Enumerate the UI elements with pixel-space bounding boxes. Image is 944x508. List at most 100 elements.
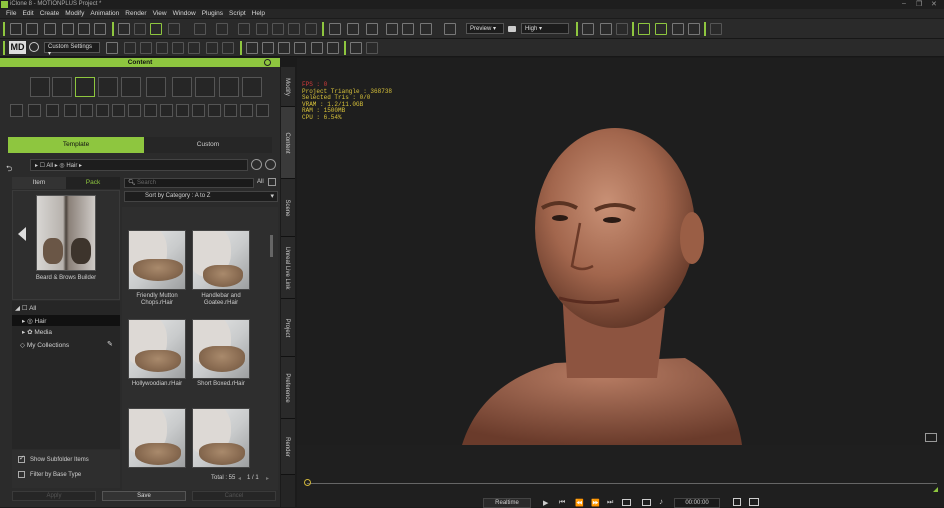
chat-icon[interactable] (925, 433, 937, 442)
tab-template[interactable]: Template (8, 137, 144, 153)
menu-modify[interactable]: Modify (65, 10, 84, 17)
curve-editor-icon[interactable] (688, 23, 700, 35)
sub-category-icon[interactable] (46, 104, 59, 117)
camera-view-icon[interactable] (329, 23, 341, 35)
settings-icon[interactable] (733, 498, 741, 506)
new-file-icon[interactable] (10, 23, 22, 35)
character-icon[interactable] (246, 42, 258, 54)
item-thumbnail-friendly-mutton-chops[interactable] (128, 230, 186, 290)
category-scene-icon[interactable] (30, 77, 50, 97)
category-props-icon[interactable] (121, 77, 141, 97)
sub-category-icon[interactable] (28, 104, 41, 117)
pack-thumbnail[interactable] (36, 195, 96, 271)
search-input[interactable]: 🔍︎ Search (124, 178, 254, 188)
tree-node-hair[interactable]: ▸ ◎ Hair (12, 315, 120, 326)
tab-item[interactable]: Item (12, 177, 66, 189)
category-light-icon[interactable] (195, 77, 215, 97)
sort-dropdown[interactable]: Sort by Category : A to Z ▾ (124, 191, 278, 202)
open-file-icon[interactable] (26, 23, 38, 35)
item-thumbnail-handlebar-goatee[interactable] (192, 230, 250, 290)
breadcrumb-all[interactable]: All (46, 163, 53, 169)
save-button[interactable]: Save (102, 491, 186, 501)
play-icon[interactable]: ▶ (543, 499, 548, 507)
menu-view[interactable]: View (153, 10, 167, 17)
import-icon[interactable] (62, 23, 74, 35)
item-thumbnail[interactable] (192, 408, 250, 468)
go-to-end-icon[interactable]: ⏭ (607, 499, 613, 507)
sound-icon[interactable] (642, 499, 651, 506)
move-icon[interactable] (168, 23, 180, 35)
timeline-track[interactable] (307, 483, 937, 484)
select-icon[interactable] (150, 23, 162, 35)
tab-preference[interactable]: Preference (281, 357, 295, 419)
menu-window[interactable]: Window (173, 10, 196, 17)
frame-selected-icon[interactable] (386, 23, 398, 35)
panel-close-icon[interactable] (264, 59, 271, 66)
frame-all-icon[interactable] (402, 23, 414, 35)
previous-pack-icon[interactable] (18, 227, 26, 241)
diamond-icon[interactable] (350, 42, 362, 54)
play-circle-icon[interactable] (29, 42, 39, 52)
tab-modify[interactable]: Modify (281, 67, 295, 107)
md-tool-icon[interactable] (106, 42, 118, 54)
options-icon[interactable] (265, 159, 276, 170)
tab-content[interactable]: Content (281, 107, 295, 179)
tab-custom[interactable]: Custom (144, 137, 272, 153)
3d-viewport[interactable] (297, 58, 944, 445)
menu-file[interactable]: File (6, 10, 16, 17)
hexagon-icon[interactable] (366, 42, 378, 54)
tab-scene[interactable]: Scene (281, 179, 295, 237)
item-thumbnail-short-boxed[interactable] (192, 319, 250, 379)
scale-icon[interactable] (216, 23, 228, 35)
edit-pose-icon[interactable] (582, 23, 594, 35)
category-palette-icon[interactable] (242, 77, 262, 97)
menu-animation[interactable]: Animation (90, 10, 119, 17)
item-thumbnail-hollywoodian[interactable] (128, 319, 186, 379)
export-icon[interactable] (78, 23, 90, 35)
save-icon[interactable] (44, 23, 56, 35)
undo-icon[interactable] (118, 23, 130, 35)
md-hand-icon[interactable] (222, 42, 234, 54)
category-character-icon[interactable] (52, 77, 72, 97)
menu-create[interactable]: Create (40, 10, 60, 17)
category-accessory-icon[interactable] (98, 77, 118, 97)
rotate-icon[interactable] (194, 23, 206, 35)
render-file-icon[interactable] (94, 23, 106, 35)
refresh-icon[interactable] (251, 159, 262, 170)
playhead[interactable] (304, 479, 311, 486)
transform-icon[interactable] (238, 23, 250, 35)
show-subfolder-checkbox[interactable]: ✓ (18, 455, 25, 463)
tab-unreal-live-link[interactable]: Unreal Live Link (281, 237, 295, 299)
settings-icon[interactable] (710, 23, 722, 35)
effects-icon[interactable] (600, 23, 612, 35)
motion-director-icon[interactable]: MD (9, 41, 26, 54)
tab-pack[interactable]: Pack (66, 177, 120, 189)
filter-all-label[interactable]: All (257, 179, 264, 185)
filter-icon[interactable] (268, 178, 276, 186)
edit-pen-icon[interactable]: ✎ (107, 340, 113, 348)
menu-edit[interactable]: Edit (22, 10, 33, 17)
next-page-icon[interactable]: ▸ (266, 475, 269, 482)
quality-dropdown[interactable]: High ▾ (521, 23, 569, 34)
flag-icon[interactable] (655, 23, 667, 35)
tab-render[interactable]: Render (281, 419, 295, 475)
minimize-icon[interactable]: – (902, 0, 906, 7)
md-control-icon[interactable] (124, 42, 136, 54)
network-icon[interactable] (327, 42, 339, 54)
category-motion-icon[interactable] (146, 77, 166, 97)
breadcrumb-hair[interactable]: Hair (66, 163, 77, 169)
tree-node-all[interactable]: ◢ ☐ All (15, 304, 36, 312)
md-run-icon[interactable] (156, 42, 168, 54)
menu-plugins[interactable]: Plugins (202, 10, 223, 17)
home-view-icon[interactable] (366, 23, 378, 35)
group-icon[interactable] (262, 42, 274, 54)
md-path-icon[interactable] (188, 42, 200, 54)
custom-settings-dropdown[interactable]: Custom Settings ▾ (44, 42, 100, 57)
step-forward-icon[interactable]: ⏩ (591, 499, 600, 507)
step-back-icon[interactable]: ⏪ (575, 499, 584, 507)
music-note-icon[interactable]: ♪ (659, 497, 663, 506)
grid-scrollbar[interactable] (270, 235, 273, 257)
cancel-button[interactable]: Cancel (192, 491, 276, 501)
range-end-marker[interactable] (933, 487, 938, 492)
tab-project[interactable]: Project (281, 299, 295, 357)
